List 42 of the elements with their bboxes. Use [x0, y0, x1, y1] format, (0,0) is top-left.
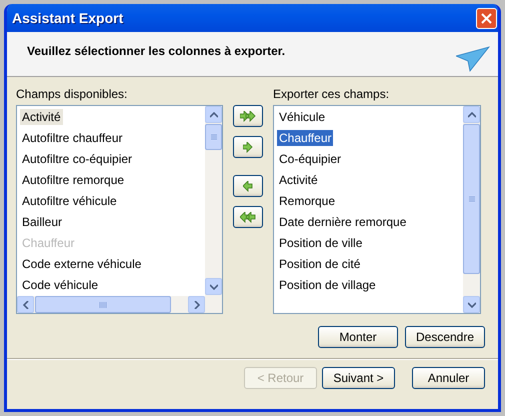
list-item[interactable]: Autofiltre remorque	[20, 172, 126, 188]
horizontal-scrollbar[interactable]	[17, 296, 205, 313]
remove-all-button[interactable]	[233, 206, 263, 228]
cancel-button[interactable]: Annuler	[412, 367, 485, 389]
list-item[interactable]: Code véhicule	[20, 276, 100, 292]
list-item[interactable]: Date dernière remorque	[277, 214, 408, 230]
list-item[interactable]: Autofiltre co-équipier	[20, 150, 134, 166]
add-all-button[interactable]	[233, 105, 263, 127]
list-item[interactable]: Co-équipier	[277, 150, 344, 166]
list-item[interactable]: Position de cité	[277, 256, 362, 272]
list-item[interactable]: Activité	[277, 172, 320, 188]
instruction-text: Veuillez sélectionner les colonnes à exporter.	[27, 44, 286, 58]
grip-icon	[99, 302, 107, 308]
list-item[interactable]: Bailleur	[20, 214, 64, 230]
list-item[interactable]: Activité	[20, 108, 63, 124]
next-button[interactable]: Suivant >	[322, 367, 395, 389]
grip-icon	[210, 134, 216, 140]
close-button[interactable]	[476, 8, 497, 28]
window-title: Assistant Export	[12, 10, 124, 26]
paper-plane-icon	[456, 46, 490, 72]
list-item[interactable]: Position de ville	[277, 234, 364, 250]
vertical-scrollbar[interactable]	[463, 106, 480, 313]
add-button[interactable]	[233, 136, 263, 158]
list-label: Exporter ces champs:	[273, 87, 390, 101]
left-arrow-icon	[243, 180, 253, 192]
list-item[interactable]: Code externe véhicule	[20, 256, 144, 272]
list-item[interactable]: Chauffeur	[277, 130, 334, 146]
move-down-button[interactable]: Descendre	[405, 326, 485, 348]
close-icon	[481, 12, 492, 24]
move-up-button[interactable]: Monter	[318, 326, 398, 348]
list-item[interactable]: Autofiltre véhicule	[20, 192, 119, 208]
list-item[interactable]: Autofiltre chauffeur	[20, 130, 125, 146]
right-arrow-icon	[243, 142, 253, 152]
list-box[interactable]: Véhicule Chauffeur Co-équipier Activité Remorque Date dernière remorque Position de ville Position de cité Position de village	[273, 105, 481, 314]
remove-button[interactable]	[233, 175, 263, 197]
double-right-arrow-icon	[240, 110, 256, 122]
list-item[interactable]: Position de village	[277, 276, 378, 292]
list-item[interactable]: Véhicule	[277, 108, 328, 124]
list-item[interactable]: Remorque	[277, 192, 338, 208]
double-left-arrow-icon	[240, 212, 256, 222]
list-label: Champs disponibles:	[16, 87, 128, 101]
grip-icon	[468, 196, 474, 202]
